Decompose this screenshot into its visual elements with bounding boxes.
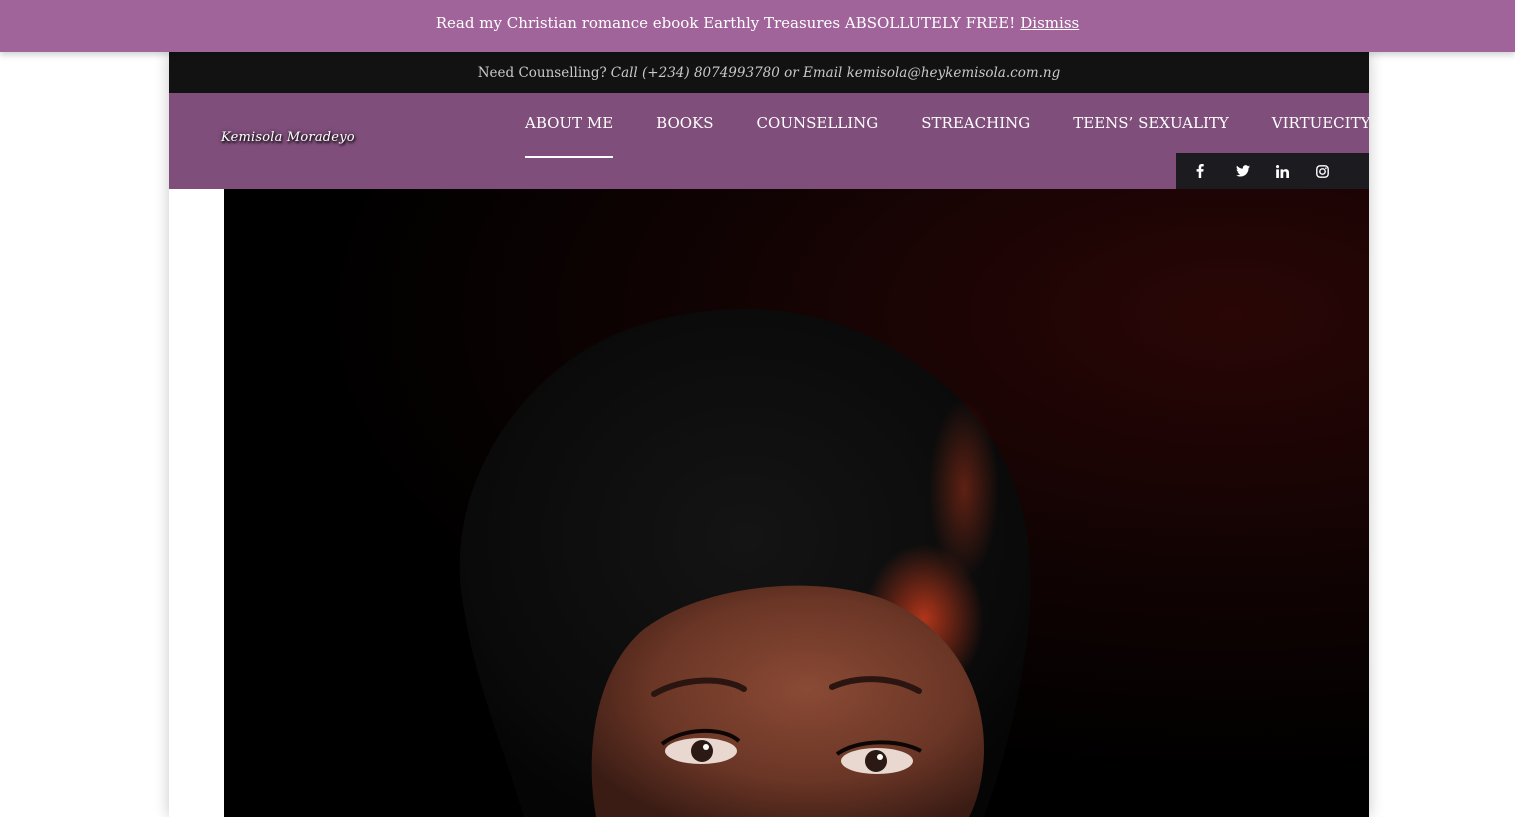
nav-item-label: VIRTUECITY [1271, 114, 1369, 132]
contact-details: Call (+234) 8074993780 or Email kemisola… [610, 64, 1061, 81]
contact-bar: Need Counselling? Call (+234) 8074993780… [169, 52, 1369, 93]
nav-item-teens-sexuality[interactable]: TEENS’ SEXUALITY [1073, 93, 1229, 153]
portrait-photo [459, 309, 1031, 817]
site-logo[interactable]: Kemisola Moradeyo [221, 130, 355, 145]
nav-item-virtuecity[interactable]: VIRTUECITY [1272, 93, 1369, 153]
notice-text: Read my Christian romance ebook Earthly … [435, 13, 1016, 32]
page-container: Need Counselling? Call (+234) 8074993780… [169, 52, 1369, 817]
nav-item-label: TEENS’ SEXUALITY [1073, 114, 1229, 132]
linkedin-icon[interactable] [1272, 153, 1312, 189]
nav-item-counselling[interactable]: COUNSELLING [757, 93, 879, 153]
nav-item-about-me[interactable]: ABOUT ME [525, 93, 614, 158]
nav-item-label: COUNSELLING [756, 114, 879, 132]
notice-bar: Read my Christian romance ebook Earthly … [0, 0, 1515, 52]
instagram-icon[interactable] [1312, 153, 1352, 189]
nav-item-label: ABOUT ME [525, 114, 614, 132]
site-header: Kemisola Moradeyo ABOUT ME BOOKS COUNSEL… [169, 93, 1369, 189]
contact-prefix: Need Counselling? [477, 64, 607, 81]
twitter-icon[interactable] [1232, 153, 1272, 189]
nav-item-books[interactable]: BOOKS [656, 93, 713, 153]
main-nav: ABOUT ME BOOKS COUNSELLING STREACHING TE… [525, 93, 1369, 158]
dismiss-link[interactable]: Dismiss [1020, 14, 1079, 32]
hero-portrait-image [224, 189, 1369, 817]
nav-item-label: BOOKS [656, 114, 714, 132]
facebook-icon[interactable] [1192, 153, 1232, 189]
nav-item-streaching[interactable]: STREACHING [921, 93, 1030, 153]
social-links [1176, 153, 1369, 189]
nav-item-label: STREACHING [921, 114, 1031, 132]
